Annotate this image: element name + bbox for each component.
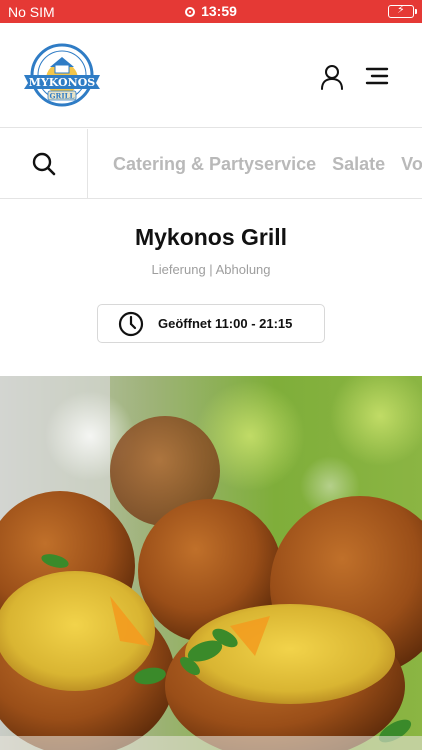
account-button[interactable] bbox=[318, 63, 346, 91]
logo-brand-text: MYKONOS bbox=[29, 76, 96, 89]
status-time: 13:59 bbox=[0, 3, 422, 19]
search-icon bbox=[32, 152, 55, 176]
category-bar: Catering & Partyservice Salate Vo bbox=[0, 129, 422, 199]
battery-icon: ⚡ bbox=[388, 4, 417, 18]
category-tab-vo[interactable]: Vo bbox=[401, 154, 422, 175]
restaurant-logo[interactable]: MYKONOS GRILL bbox=[22, 43, 102, 107]
carrier-label: No SIM bbox=[8, 3, 55, 20]
menu-icon bbox=[365, 67, 389, 85]
time-label: 13:59 bbox=[201, 3, 237, 19]
hero-food-image bbox=[0, 376, 422, 750]
user-icon bbox=[321, 65, 343, 90]
clock-icon bbox=[118, 311, 144, 336]
category-tab-catering[interactable]: Catering & Partyservice bbox=[113, 154, 316, 175]
charging-icon: ⚡ bbox=[397, 4, 405, 16]
opening-hours-button[interactable]: Geöffnet 11:00 - 21:15 bbox=[97, 304, 325, 343]
category-tab-salate[interactable]: Salate bbox=[332, 154, 385, 175]
restaurant-name: Mykonos Grill bbox=[134, 224, 288, 250]
search-button[interactable] bbox=[0, 129, 88, 199]
restaurant-service-types: Lieferung | Abholung bbox=[151, 262, 271, 277]
status-bar: No SIM 13:59 ⚡ bbox=[0, 0, 422, 23]
orientation-lock-icon bbox=[185, 7, 196, 17]
app-header: MYKONOS GRILL bbox=[0, 23, 422, 128]
category-tabs[interactable]: Catering & Partyservice Salate Vo bbox=[88, 129, 422, 199]
opening-hours-text: Geöffnet 11:00 - 21:15 bbox=[158, 316, 293, 331]
menu-button[interactable] bbox=[364, 65, 390, 87]
logo-sub-text: GRILL bbox=[50, 92, 75, 101]
